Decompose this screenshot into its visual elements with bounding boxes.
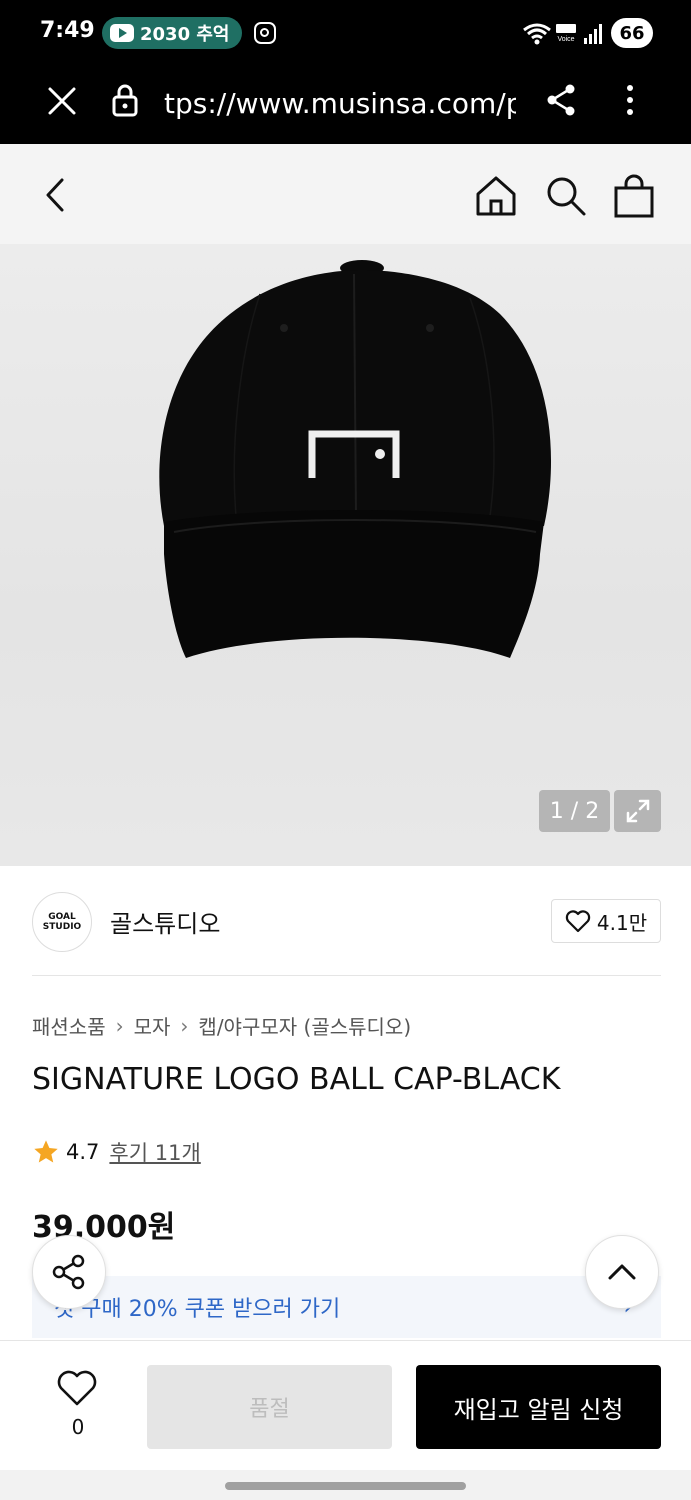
- divider: [32, 975, 661, 976]
- expand-icon: [626, 799, 649, 823]
- instagram-icon: [254, 22, 276, 44]
- scroll-to-top-button[interactable]: [585, 1235, 659, 1309]
- product-image-gallery[interactable]: 1 / 2: [0, 244, 691, 866]
- home-icon[interactable]: [474, 174, 518, 218]
- youtube-notification-text: 2030 추억: [140, 24, 230, 45]
- volte-icon: Voice: [556, 24, 576, 43]
- soldout-button[interactable]: 품절: [147, 1365, 392, 1449]
- breadcrumb-item[interactable]: 모자: [134, 1011, 171, 1040]
- breadcrumb-item[interactable]: 패션소품: [32, 1011, 106, 1040]
- brand-like-button[interactable]: 4.1만: [551, 899, 661, 943]
- share-floating-button[interactable]: [32, 1235, 106, 1309]
- svg-text:Voice: Voice: [557, 36, 574, 43]
- restock-notification-button[interactable]: 재입고 알림 신청: [416, 1365, 661, 1449]
- home-indicator[interactable]: [225, 1482, 466, 1490]
- share-icon: [52, 1254, 85, 1290]
- browser-toolbar: tps://www.musinsa.com/p: [0, 66, 691, 144]
- expand-image-button[interactable]: [614, 790, 661, 832]
- close-icon[interactable]: [44, 83, 80, 119]
- brand-logo-text: GOAL: [48, 912, 76, 922]
- bottom-action-bar: 0 품절 재입고 알림 신청: [0, 1340, 691, 1470]
- youtube-icon: [110, 24, 134, 42]
- search-icon[interactable]: [544, 174, 588, 218]
- chevron-right-icon: ›: [115, 1013, 124, 1038]
- product-title: SIGNATURE LOGO BALL CAP-BLACK: [32, 1062, 561, 1097]
- heart-icon: [565, 910, 591, 933]
- signal-icon: [584, 24, 602, 44]
- status-time: 7:49: [40, 18, 95, 43]
- url-bar[interactable]: tps://www.musinsa.com/p: [164, 84, 516, 124]
- app-header: [0, 144, 691, 244]
- first-purchase-coupon-banner[interactable]: 첫 구매 20% 쿠폰 받으러 가기 ›: [32, 1276, 661, 1338]
- rating-score: 4.7: [66, 1140, 100, 1164]
- brand-logo[interactable]: GOAL STUDIO: [32, 892, 92, 952]
- brand-name[interactable]: 골스튜디오: [110, 904, 220, 939]
- brand-logo-text: STUDIO: [42, 922, 82, 932]
- chevron-right-icon: ›: [180, 1013, 189, 1038]
- youtube-notification-pill[interactable]: 2030 추억: [102, 17, 242, 49]
- breadcrumb-item[interactable]: 캡/야구모자 (골스튜디오): [198, 1011, 411, 1040]
- product-image-cap: [159, 260, 552, 658]
- lock-icon[interactable]: [110, 82, 140, 118]
- share-icon[interactable]: [544, 82, 578, 118]
- wishlist-count: 0: [71, 1415, 85, 1439]
- system-icons: Voice: [522, 18, 604, 50]
- shopping-bag-icon[interactable]: [612, 174, 656, 218]
- star-icon: [34, 1140, 58, 1163]
- rating-row: 4.7 후기 11개: [32, 1137, 201, 1167]
- wishlist-heart-icon[interactable]: [56, 1369, 98, 1407]
- back-icon[interactable]: [40, 176, 70, 214]
- status-bar: 7:49 2030 추억 Voice 66: [0, 0, 691, 66]
- review-link[interactable]: 후기 11개: [109, 1137, 200, 1167]
- system-navigation-area: [0, 1470, 691, 1500]
- image-page-counter: 1 / 2: [539, 790, 610, 832]
- wifi-icon: [523, 23, 551, 45]
- brand-like-count: 4.1만: [596, 910, 648, 935]
- battery-level: 66: [611, 18, 653, 48]
- chevron-up-icon: [608, 1264, 636, 1280]
- more-options-icon[interactable]: [620, 82, 640, 118]
- breadcrumb: 패션소품 › 모자 › 캡/야구모자 (골스튜디오): [32, 1011, 411, 1040]
